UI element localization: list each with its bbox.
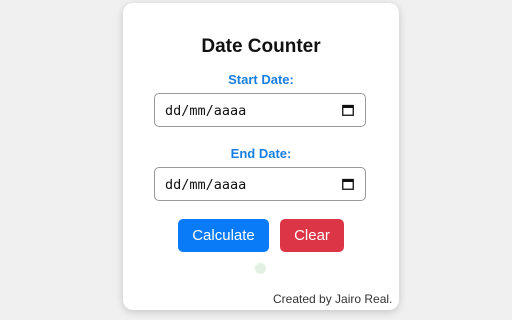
calculate-button[interactable]: Calculate bbox=[178, 219, 269, 252]
page-title: Date Counter bbox=[201, 36, 321, 57]
start-date-input[interactable]: dd/mm/aaaa bbox=[154, 93, 366, 127]
start-date-label: Start Date: bbox=[228, 72, 294, 87]
date-counter-card: Date Counter Start Date: dd/mm/aaaa End … bbox=[123, 3, 399, 310]
start-date-placeholder: dd/mm/aaaa bbox=[165, 103, 247, 119]
calendar-icon[interactable] bbox=[342, 178, 354, 190]
calendar-icon[interactable] bbox=[342, 104, 354, 116]
clear-button[interactable]: Clear bbox=[280, 219, 344, 252]
result-indicator-dot bbox=[255, 263, 266, 274]
credit-text: Created by Jairo Real. bbox=[273, 292, 393, 306]
end-date-placeholder: dd/mm/aaaa bbox=[165, 177, 247, 193]
end-date-input[interactable]: dd/mm/aaaa bbox=[154, 167, 366, 201]
end-date-label: End Date: bbox=[230, 146, 292, 161]
